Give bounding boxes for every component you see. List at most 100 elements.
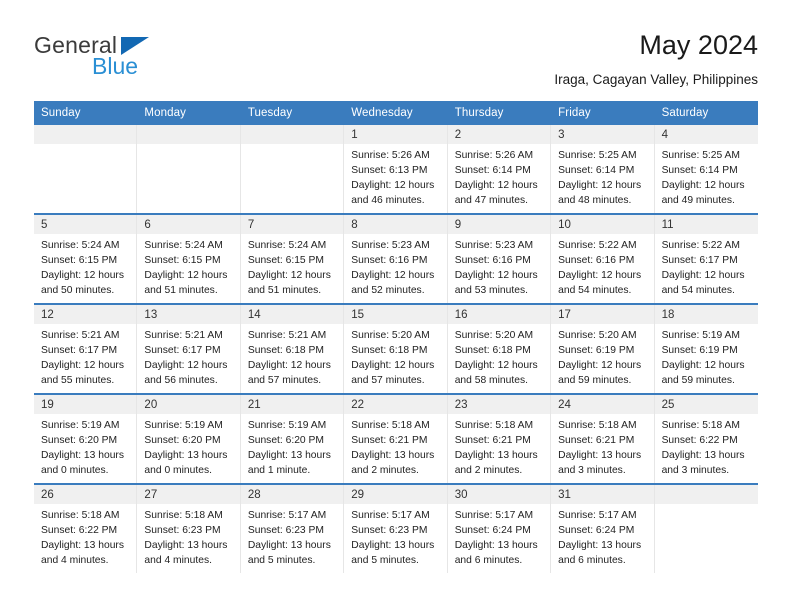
day-sunrise-text: Sunrise: 5:26 AM <box>351 150 430 162</box>
day-sunrise-text: Sunrise: 5:25 AM <box>661 150 740 162</box>
calendar-day-cell[interactable]: 7 Sunrise: 5:24 AM Sunset: 6:15 PM Daylight… <box>240 215 345 304</box>
day-sunset-text: Sunset: 6:13 PM <box>351 165 428 177</box>
calendar-day-cell[interactable]: 21 Sunrise: 5:19 AM Sunset: 6:20 PM Dayligh… <box>240 395 345 484</box>
day-sunrise-text: Sunrise: 5:22 AM <box>558 240 637 252</box>
day-daylight1-text: Daylight: 13 hours <box>351 540 435 552</box>
day-sunrise-text: Sunrise: 5:20 AM <box>558 330 637 342</box>
day-sunrise-text: Sunrise: 5:17 AM <box>454 510 534 522</box>
day-daylight1-text: Daylight: 13 hours <box>454 540 538 552</box>
day-daylight1-text: Daylight: 12 hours <box>41 360 124 372</box>
day-sunset-text: Sunset: 6:24 PM <box>558 525 635 537</box>
calendar-day-cell[interactable]: 29 Sunrise: 5:17 AM Sunset: 6:23 PM Dayligh… <box>344 485 448 574</box>
day-daylight2-text: and 0 minutes. <box>144 465 212 477</box>
calendar-week-row: 1 Sunrise: 5:26 AM Sunset: 6:13 PM Daylight… <box>34 125 758 214</box>
day-daylight1-text: Daylight: 12 hours <box>144 270 228 282</box>
calendar-day-cell[interactable]: 13 Sunrise: 5:21 AM Sunset: 6:17 PM Dayligh… <box>137 305 241 394</box>
day-number-band <box>34 125 137 145</box>
day-sunset-text: Sunset: 6:14 PM <box>454 165 531 177</box>
day-sunset-text: Sunset: 6:15 PM <box>144 255 221 267</box>
calendar-day-cell[interactable]: 14 Sunrise: 5:21 AM Sunset: 6:18 PM Dayligh… <box>240 305 345 394</box>
day-daylight1-text: Daylight: 13 hours <box>247 540 331 552</box>
calendar-day-cell[interactable]: 10 Sunrise: 5:22 AM Sunset: 6:16 PM Dayligh… <box>551 215 655 304</box>
calendar-day-cell[interactable]: 20 Sunrise: 5:19 AM Sunset: 6:20 PM Dayligh… <box>137 395 241 484</box>
calendar-day-cell[interactable]: 24 Sunrise: 5:18 AM Sunset: 6:21 PM Dayligh… <box>551 395 655 484</box>
day-sunset-text: Sunset: 6:21 PM <box>558 435 635 447</box>
day-number: 15 <box>351 308 365 321</box>
day-number: 31 <box>558 488 571 501</box>
day-daylight1-text: Daylight: 13 hours <box>41 540 124 552</box>
page-header: General Blue May 2024 Iraga, Cagayan Val… <box>0 0 792 87</box>
calendar-day-cell[interactable]: 15 Sunrise: 5:20 AM Sunset: 6:18 PM Dayligh… <box>344 305 448 394</box>
calendar-day-cell-empty <box>240 125 345 214</box>
calendar-day-cell-empty <box>34 125 138 214</box>
day-number: 2 <box>454 128 462 141</box>
calendar-day-cell[interactable]: 3 Sunrise: 5:25 AM Sunset: 6:14 PM Daylight… <box>551 125 655 214</box>
day-sun-info: Sunrise: 5:18 AM Sunset: 6:21 PM Daylight:… <box>551 414 653 479</box>
day-daylight2-text: and 2 minutes. <box>454 465 523 477</box>
calendar-day-cell[interactable]: 11 Sunrise: 5:22 AM Sunset: 6:17 PM Dayligh… <box>654 215 758 304</box>
day-daylight2-text: and 56 minutes. <box>144 375 218 387</box>
calendar-day-cell[interactable]: 22 Sunrise: 5:18 AM Sunset: 6:21 PM Dayligh… <box>344 395 448 484</box>
weekday-header-friday: Friday <box>558 107 591 120</box>
day-daylight1-text: Daylight: 13 hours <box>144 450 228 462</box>
day-sunrise-text: Sunrise: 5:17 AM <box>351 510 430 522</box>
calendar-day-cell[interactable]: 1 Sunrise: 5:26 AM Sunset: 6:13 PM Daylight… <box>344 125 448 214</box>
title-block: May 2024 Iraga, Cagayan Valley, Philippi… <box>554 28 758 87</box>
day-sunset-text: Sunset: 6:18 PM <box>351 345 428 357</box>
day-daylight2-text: and 54 minutes. <box>661 285 735 297</box>
day-sunset-text: Sunset: 6:16 PM <box>351 255 428 267</box>
calendar-day-cell[interactable]: 9 Sunrise: 5:23 AM Sunset: 6:16 PM Daylight… <box>447 215 552 304</box>
day-sun-info: Sunrise: 5:22 AM Sunset: 6:16 PM Daylight:… <box>551 234 653 299</box>
calendar-day-cell[interactable]: 18 Sunrise: 5:19 AM Sunset: 6:19 PM Dayligh… <box>654 305 758 394</box>
page-subtitle: Iraga, Cagayan Valley, Philippines <box>554 72 758 88</box>
day-sunrise-text: Sunrise: 5:21 AM <box>144 330 223 342</box>
day-sunrise-text: Sunrise: 5:23 AM <box>351 240 430 252</box>
calendar-day-cell[interactable]: 8 Sunrise: 5:23 AM Sunset: 6:16 PM Daylight… <box>344 215 448 304</box>
calendar-day-cell[interactable]: 17 Sunrise: 5:20 AM Sunset: 6:19 PM Dayligh… <box>551 305 655 394</box>
day-number-band: 30 <box>447 485 551 505</box>
calendar-day-cell[interactable]: 12 Sunrise: 5:21 AM Sunset: 6:17 PM Dayligh… <box>34 305 138 394</box>
day-number: 18 <box>661 308 675 321</box>
day-number-band: 17 <box>551 305 654 325</box>
day-sunset-text: Sunset: 6:14 PM <box>558 165 635 177</box>
day-sun-info: Sunrise: 5:18 AM Sunset: 6:22 PM Daylight:… <box>34 504 136 569</box>
day-daylight1-text: Daylight: 12 hours <box>351 270 435 282</box>
day-number-band: 26 <box>34 485 137 505</box>
day-number-band: 25 <box>654 395 758 415</box>
calendar-day-cell[interactable]: 16 Sunrise: 5:20 AM Sunset: 6:18 PM Dayligh… <box>447 305 552 394</box>
calendar-day-cell[interactable]: 6 Sunrise: 5:24 AM Sunset: 6:15 PM Daylight… <box>137 215 241 304</box>
calendar-day-cell[interactable]: 2 Sunrise: 5:26 AM Sunset: 6:14 PM Daylight… <box>447 125 552 214</box>
day-daylight1-text: Daylight: 13 hours <box>454 450 538 462</box>
day-number: 11 <box>661 218 674 231</box>
calendar-day-cell[interactable]: 4 Sunrise: 5:25 AM Sunset: 6:14 PM Daylight… <box>654 125 758 214</box>
day-daylight1-text: Daylight: 13 hours <box>351 450 435 462</box>
day-daylight1-text: Daylight: 12 hours <box>247 270 331 282</box>
day-sunset-text: Sunset: 6:20 PM <box>144 435 221 447</box>
calendar-day-cell[interactable]: 26 Sunrise: 5:18 AM Sunset: 6:22 PM Dayligh… <box>34 485 138 574</box>
calendar-day-cell[interactable]: 5 Sunrise: 5:24 AM Sunset: 6:15 PM Daylight… <box>34 215 138 304</box>
day-sunrise-text: Sunrise: 5:19 AM <box>144 420 223 432</box>
calendar-day-cell[interactable]: 27 Sunrise: 5:18 AM Sunset: 6:23 PM Dayligh… <box>137 485 241 574</box>
calendar-day-cell[interactable]: 23 Sunrise: 5:18 AM Sunset: 6:21 PM Dayligh… <box>447 395 552 484</box>
day-daylight1-text: Daylight: 12 hours <box>558 270 642 282</box>
day-sun-info: Sunrise: 5:19 AM Sunset: 6:19 PM Daylight:… <box>655 324 758 389</box>
day-sunrise-text: Sunrise: 5:19 AM <box>247 420 327 432</box>
calendar-weeks: 1 Sunrise: 5:26 AM Sunset: 6:13 PM Daylight… <box>34 125 758 574</box>
calendar-day-cell[interactable]: 19 Sunrise: 5:19 AM Sunset: 6:20 PM Dayligh… <box>34 395 138 484</box>
day-number: 22 <box>351 398 365 411</box>
day-number: 1 <box>351 128 358 141</box>
day-number-band: 1 <box>344 125 447 145</box>
day-daylight1-text: Daylight: 12 hours <box>351 180 435 192</box>
day-number-band: 24 <box>551 395 654 415</box>
day-daylight1-text: Daylight: 13 hours <box>41 450 124 462</box>
general-blue-logo: General Blue <box>34 28 234 86</box>
day-sun-info: Sunrise: 5:25 AM Sunset: 6:14 PM Daylight:… <box>655 144 758 209</box>
day-number: 23 <box>454 398 468 411</box>
calendar-day-cell[interactable]: 28 Sunrise: 5:17 AM Sunset: 6:23 PM Dayligh… <box>240 485 345 574</box>
day-number-band: 14 <box>240 305 344 325</box>
day-sunset-text: Sunset: 6:21 PM <box>351 435 428 447</box>
calendar-day-cell[interactable]: 30 Sunrise: 5:17 AM Sunset: 6:24 PM Dayligh… <box>447 485 552 574</box>
calendar-day-cell[interactable]: 25 Sunrise: 5:18 AM Sunset: 6:22 PM Dayligh… <box>654 395 758 484</box>
calendar-day-cell[interactable]: 31 Sunrise: 5:17 AM Sunset: 6:24 PM Dayligh… <box>551 485 655 574</box>
day-daylight2-text: and 51 minutes. <box>247 285 322 297</box>
